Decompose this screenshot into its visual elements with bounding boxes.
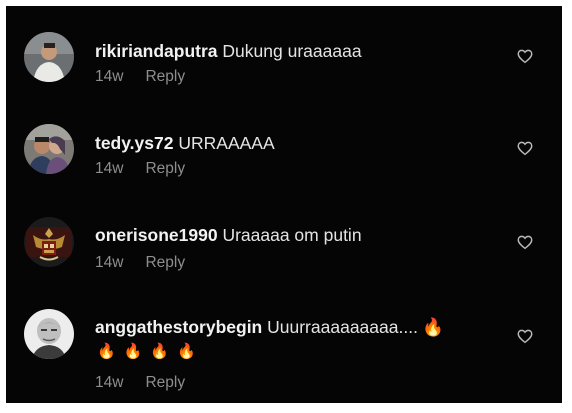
comment-item: tedy.ys72 URRAAAAA 14w Reply [6,101,562,193]
reply-button[interactable]: Reply [145,374,185,391]
comment-item: anggathestorybegin Uuurraaaaaaaaa.... 🔥 🔥… [6,285,562,403]
comment-time: 14w [95,160,124,177]
comments-panel: rikiriandaputra Dukung uraaaaaa 14w Reply [6,6,562,403]
user-avatar[interactable] [24,124,74,174]
username-link[interactable]: onerisone1990 [95,225,218,245]
user-avatar[interactable] [24,32,74,82]
emoji-line: 🔥 🔥 🔥 🔥 [97,343,204,361]
reply-button[interactable]: Reply [145,160,185,177]
comment-time: 14w [95,254,124,271]
heart-icon[interactable] [516,233,534,251]
fire-emoji: 🔥 [177,343,196,360]
comment-message: URRAAAAA [178,133,275,153]
comment-text: onerisone1990 Uraaaaa om putin [95,224,362,246]
heart-icon[interactable] [516,47,534,65]
user-avatar[interactable] [24,217,74,267]
comment-meta: 14w Reply [95,374,185,392]
comment-time: 14w [95,68,124,85]
comment-time: 14w [95,374,124,391]
fire-emoji: 🔥 [123,343,143,360]
fire-emoji: 🔥 [421,317,444,337]
username-link[interactable]: rikiriandaputra [95,41,218,61]
comment-meta: 14w Reply [95,254,185,272]
comment-text: anggathestorybegin Uuurraaaaaaaaa.... 🔥 [95,316,444,338]
reply-button[interactable]: Reply [145,254,185,271]
comment-text: rikiriandaputra Dukung uraaaaaa [95,40,362,62]
comment-text: tedy.ys72 URRAAAAA [95,132,275,154]
username-link[interactable]: anggathestorybegin [95,317,262,337]
comment-message: Dukung uraaaaaa [222,41,362,61]
comment-meta: 14w Reply [95,68,185,86]
comment-item: onerisone1990 Uraaaaa om putin 14w Reply [6,193,562,285]
fire-emoji: 🔥 [97,343,116,360]
comment-message: Uraaaaa om putin [222,225,362,245]
comment-message: Uuurraaaaaaaaa.... [267,317,418,337]
user-avatar[interactable] [24,309,74,359]
fire-emoji: 🔥 [150,343,170,360]
comment-meta: 14w Reply [95,160,185,178]
comment-item: rikiriandaputra Dukung uraaaaaa 14w Reply [6,6,562,101]
heart-icon[interactable] [516,139,534,157]
reply-button[interactable]: Reply [145,68,185,85]
username-link[interactable]: tedy.ys72 [95,133,173,153]
heart-icon[interactable] [516,327,534,345]
